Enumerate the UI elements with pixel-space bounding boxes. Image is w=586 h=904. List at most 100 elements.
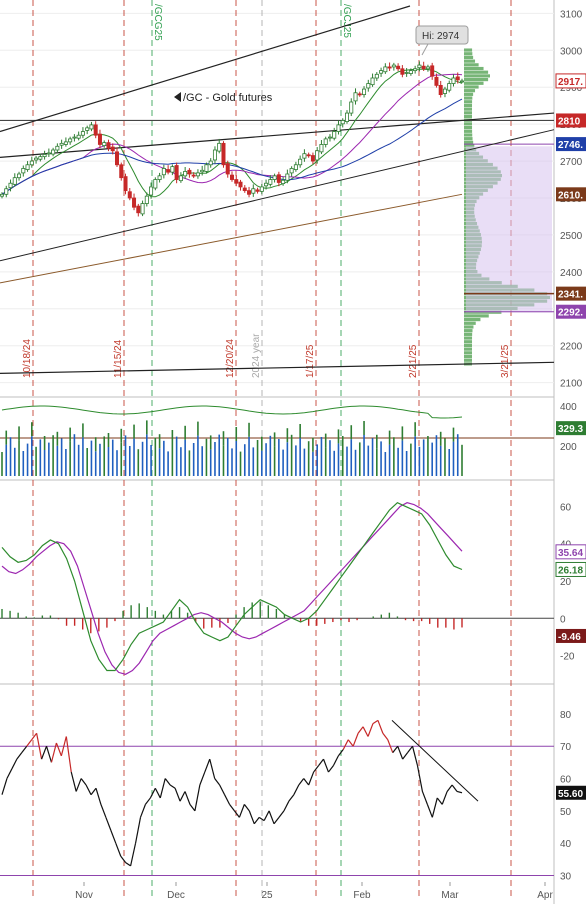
candle-body	[374, 73, 379, 79]
candle-body	[447, 83, 452, 91]
candle-body	[225, 163, 230, 175]
candle-body	[115, 151, 120, 166]
symbol-label: /GC - Gold futures	[174, 92, 273, 104]
candle-body	[8, 182, 13, 189]
date-marker-label: 10/18/24	[22, 339, 33, 378]
candle-body	[404, 72, 409, 74]
candle-body	[383, 66, 388, 73]
oscillator-tick-label: 60	[560, 502, 572, 513]
rsi-tick-label: 60	[560, 775, 572, 786]
candle-body	[417, 64, 422, 69]
candle-body	[93, 124, 98, 136]
candle-body	[459, 80, 464, 83]
volume-profile-bar	[464, 74, 490, 78]
candle-body	[29, 160, 34, 166]
candle-body	[379, 70, 384, 74]
volume-profile-bar	[464, 66, 484, 71]
volume-tick-label: 400	[560, 402, 577, 413]
candle-body	[97, 133, 102, 145]
candle-body	[396, 65, 401, 70]
candle-body	[353, 92, 358, 102]
candle-body	[327, 136, 332, 139]
candle-body	[136, 205, 141, 214]
volume-profile-bar	[464, 81, 484, 85]
candle-body	[242, 187, 247, 192]
candle-body	[234, 179, 239, 184]
candle-body	[110, 146, 115, 152]
candle-body	[46, 152, 51, 155]
oscillator-tick-label: -20	[560, 652, 575, 663]
candle-body	[17, 173, 22, 179]
volume-profile-bar	[464, 96, 473, 100]
candle-body	[212, 149, 217, 161]
candle-body	[153, 179, 158, 189]
candle-body	[285, 173, 290, 181]
volume-profile-bar	[464, 126, 473, 130]
volume-profile-bar	[464, 137, 473, 141]
price-tick-label: 2500	[560, 231, 583, 242]
candle-body	[438, 84, 443, 96]
candle-body	[310, 155, 315, 162]
x-axis-label: Feb	[353, 890, 371, 901]
candle-body	[281, 179, 286, 184]
candle-body	[408, 70, 413, 74]
volume-profile-bar	[464, 55, 474, 60]
volume-profile-bar	[464, 122, 473, 126]
candle-body	[425, 66, 430, 70]
value-badge-text: 329.3	[558, 424, 583, 435]
candle-body	[293, 164, 298, 170]
candle-body	[229, 174, 234, 180]
volume-tick-label: 200	[560, 442, 577, 453]
price-tick-label: 2200	[560, 342, 583, 353]
volume-profile-bar	[464, 329, 473, 333]
volume-profile-bar	[464, 358, 472, 362]
oscillator-tick-label: 20	[560, 577, 572, 588]
candle-body	[68, 138, 73, 143]
volume-profile-bar	[464, 321, 476, 325]
candle-body	[315, 150, 320, 161]
volume-profile-bar	[464, 85, 479, 89]
volume-profile-bar	[464, 325, 474, 329]
value-badge-text: -9.46	[558, 632, 581, 643]
value-area-shade	[466, 146, 552, 313]
candle-body	[302, 153, 307, 159]
candle-body	[85, 127, 90, 131]
candle-body	[187, 169, 192, 175]
date-marker-label: /GCJ25	[341, 4, 352, 38]
oscillator-tick-label: 0	[560, 614, 566, 625]
value-badge-text: 2917.	[558, 77, 583, 88]
rsi-tick-label: 70	[560, 742, 572, 753]
candle-body	[357, 93, 362, 96]
candle-body	[251, 188, 256, 194]
volume-profile-bar	[464, 318, 481, 322]
candle-body	[217, 142, 222, 152]
candle-body	[166, 169, 171, 173]
candle-body	[42, 154, 47, 158]
symbol-text: /GC - Gold futures	[183, 92, 273, 104]
candle-body	[455, 76, 460, 81]
x-axis-label: Nov	[75, 890, 93, 901]
candle-body	[63, 141, 68, 145]
candle-body	[272, 175, 277, 180]
candle-body	[191, 174, 196, 177]
volume-profile-bar	[464, 340, 473, 344]
candle-body	[247, 190, 252, 195]
x-axis-label: Dec	[167, 890, 185, 901]
candle-body	[59, 142, 64, 146]
x-axis-label: Mar	[441, 890, 459, 901]
candle-body	[102, 142, 107, 146]
value-badge-text: 35.64	[558, 548, 583, 559]
x-axis-label: 25	[261, 890, 273, 901]
value-badge-text: 2341.	[558, 290, 583, 301]
price-tick-label: 3100	[560, 9, 583, 20]
volume-profile-bar	[464, 100, 473, 104]
volume-profile-bar	[464, 107, 473, 111]
candle-body	[25, 164, 30, 170]
candle-body	[413, 68, 418, 72]
candle-body	[157, 175, 162, 180]
candle-body	[127, 191, 132, 199]
candle-body	[344, 112, 349, 122]
date-marker-label: 12/20/24	[225, 339, 236, 378]
value-badge-text: 2810	[558, 116, 581, 127]
candle-body	[238, 181, 243, 188]
